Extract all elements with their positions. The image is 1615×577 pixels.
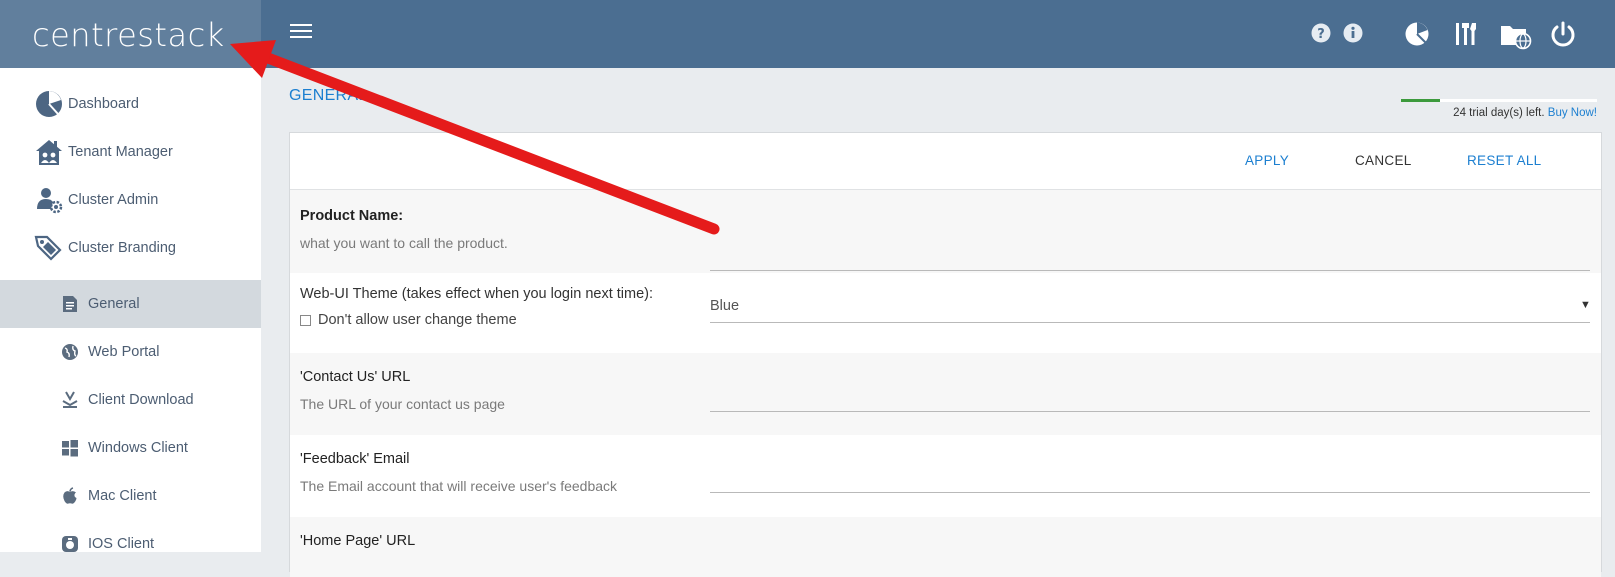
- sidebar-item-ios-client[interactable]: IOS Client: [0, 520, 261, 568]
- contact-url-row: 'Contact Us' URL The URL of your contact…: [290, 353, 1601, 435]
- trial-text-wrap: 24 trial day(s) left. Buy Now!: [1401, 107, 1597, 119]
- windows-icon: [60, 438, 80, 458]
- sidebar-item-windows-client[interactable]: Windows Client: [0, 424, 261, 472]
- cluster-admin-gear-icon: [34, 185, 64, 215]
- theme-lock-checkbox-label: Don't allow user change theme: [318, 312, 517, 328]
- tenant-house-icon: [34, 137, 64, 167]
- help-icon[interactable]: ?: [1310, 22, 1332, 44]
- sidebar-item-label: Web Portal: [88, 344, 160, 360]
- product-name-desc: what you want to call the product.: [300, 235, 508, 251]
- sidebar-item-label: Client Download: [88, 392, 194, 408]
- apple-icon: [60, 486, 80, 506]
- contact-url-label: 'Contact Us' URL: [300, 369, 411, 385]
- product-name-label: Product Name:: [300, 208, 404, 224]
- globe-icon: [60, 342, 80, 362]
- sidebar-item-label: Dashboard: [68, 96, 139, 112]
- cancel-button[interactable]: CANCEL: [1355, 153, 1412, 168]
- info-icon[interactable]: [1342, 22, 1364, 44]
- contact-url-input[interactable]: [710, 411, 1590, 412]
- trial-progress-fill: [1401, 99, 1441, 102]
- dashboard-pie-icon: [34, 89, 64, 119]
- power-icon[interactable]: [1548, 19, 1578, 49]
- sidebar-item-web-portal[interactable]: Web Portal: [0, 328, 261, 376]
- buy-now-link[interactable]: Buy Now!: [1548, 107, 1597, 119]
- theme-label: Web-UI Theme (takes effect when you logi…: [300, 286, 653, 302]
- web-folder-icon[interactable]: [1499, 19, 1533, 51]
- home-page-url-row: 'Home Page' URL: [290, 517, 1601, 577]
- sidebar-item-dashboard[interactable]: Dashboard: [0, 80, 261, 128]
- sidebar-item-label: Cluster Branding: [68, 240, 176, 256]
- theme-select-value[interactable]: Blue: [710, 298, 739, 314]
- sidebar-item-label: General: [88, 296, 140, 312]
- theme-lock-checkbox[interactable]: [300, 314, 311, 326]
- sidebar-item-label: IOS Client: [88, 536, 155, 552]
- sidebar-item-label: Tenant Manager: [68, 144, 173, 160]
- select-arrow-icon[interactable]: ▼: [1580, 299, 1591, 311]
- trial-status: 24 trial day(s) left. Buy Now!: [1401, 99, 1597, 119]
- sidebar-item-tenant-manager[interactable]: Tenant Manager: [0, 128, 261, 176]
- theme-lock-checkbox-wrap[interactable]: Don't allow user change theme: [300, 312, 517, 328]
- action-bar: APPLY CANCEL RESET ALL: [290, 133, 1601, 190]
- top-header-bar: centrestack ?: [0, 0, 1615, 68]
- sidebar: Dashboard Tenant Manager Cluster Admin ⌄…: [0, 68, 261, 552]
- tools-icon[interactable]: [1451, 19, 1481, 49]
- feedback-email-input[interactable]: [710, 492, 1590, 493]
- general-settings-panel: APPLY CANCEL RESET ALL Product Name: wha…: [289, 132, 1602, 577]
- sidebar-item-mac-client[interactable]: Mac Client: [0, 472, 261, 520]
- trial-days-text: 24 trial day(s) left.: [1453, 107, 1545, 119]
- logo[interactable]: centrestack: [0, 0, 261, 68]
- sidebar-item-label: Mac Client: [88, 488, 157, 504]
- branding-tag-icon: [34, 233, 64, 263]
- download-icon: [60, 390, 80, 410]
- reset-all-button[interactable]: RESET ALL: [1467, 153, 1542, 168]
- page-title: GENERAL: [289, 87, 368, 104]
- ios-icon: [60, 534, 80, 554]
- svg-text:?: ?: [1317, 27, 1325, 42]
- theme-select[interactable]: [710, 322, 1590, 323]
- product-name-row: Product Name: what you want to call the …: [290, 190, 1601, 273]
- trial-progress-bar: [1401, 99, 1597, 102]
- feedback-email-desc: The Email account that will receive user…: [300, 478, 618, 494]
- contact-url-desc: The URL of your contact us page: [300, 396, 505, 412]
- product-name-input[interactable]: [710, 250, 1590, 271]
- home-page-url-label: 'Home Page' URL: [300, 533, 416, 549]
- document-icon: [60, 294, 80, 314]
- sidebar-item-client-download[interactable]: Client Download: [0, 376, 261, 424]
- feedback-email-label: 'Feedback' Email: [300, 451, 410, 467]
- sidebar-item-label: Windows Client: [88, 440, 188, 456]
- sidebar-item-general[interactable]: General: [0, 280, 261, 328]
- sidebar-item-label: Cluster Admin: [68, 192, 159, 208]
- theme-row: Web-UI Theme (takes effect when you logi…: [290, 273, 1601, 353]
- feedback-email-row: 'Feedback' Email The Email account that …: [290, 435, 1601, 517]
- sidebar-item-cluster-branding[interactable]: Cluster Branding: [0, 224, 261, 272]
- hamburger-menu-icon[interactable]: [290, 24, 312, 42]
- sidebar-item-cluster-admin[interactable]: Cluster Admin: [0, 176, 261, 224]
- apply-button[interactable]: APPLY: [1245, 153, 1289, 168]
- dashboard-pie-icon[interactable]: [1403, 20, 1431, 48]
